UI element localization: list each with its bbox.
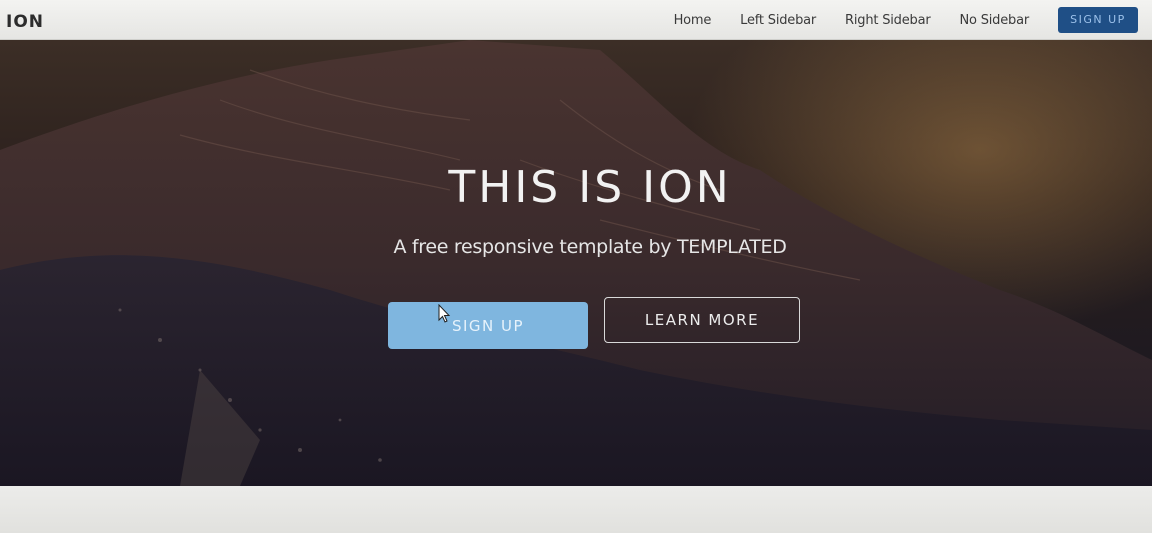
nav-home[interactable]: Home xyxy=(674,13,712,28)
hero-subtitle: A free responsive template by TEMPLATED xyxy=(393,236,787,258)
learn-more-button[interactable]: LEARN MORE xyxy=(604,297,800,343)
nav-no-sidebar[interactable]: No Sidebar xyxy=(960,13,1030,28)
hero-banner: THIS IS ION A free responsive template b… xyxy=(0,40,1152,486)
hero-title: THIS IS ION xyxy=(448,162,732,213)
nav-right-sidebar[interactable]: Right Sidebar xyxy=(845,13,931,28)
nav-left-sidebar[interactable]: Left Sidebar xyxy=(740,13,816,28)
top-navigation-bar: ION Home Left Sidebar Right Sidebar No S… xyxy=(0,0,1152,40)
site-logo[interactable]: ION xyxy=(6,12,44,32)
main-nav: Home Left Sidebar Right Sidebar No Sideb… xyxy=(674,7,1138,33)
mouse-cursor-icon xyxy=(438,304,451,323)
hero-content: THIS IS ION A free responsive template b… xyxy=(0,40,1152,486)
page-body-below-hero xyxy=(0,486,1152,533)
nav-signup-button[interactable]: SIGN UP xyxy=(1058,7,1138,33)
signup-button[interactable]: SIGN UP xyxy=(388,302,588,349)
